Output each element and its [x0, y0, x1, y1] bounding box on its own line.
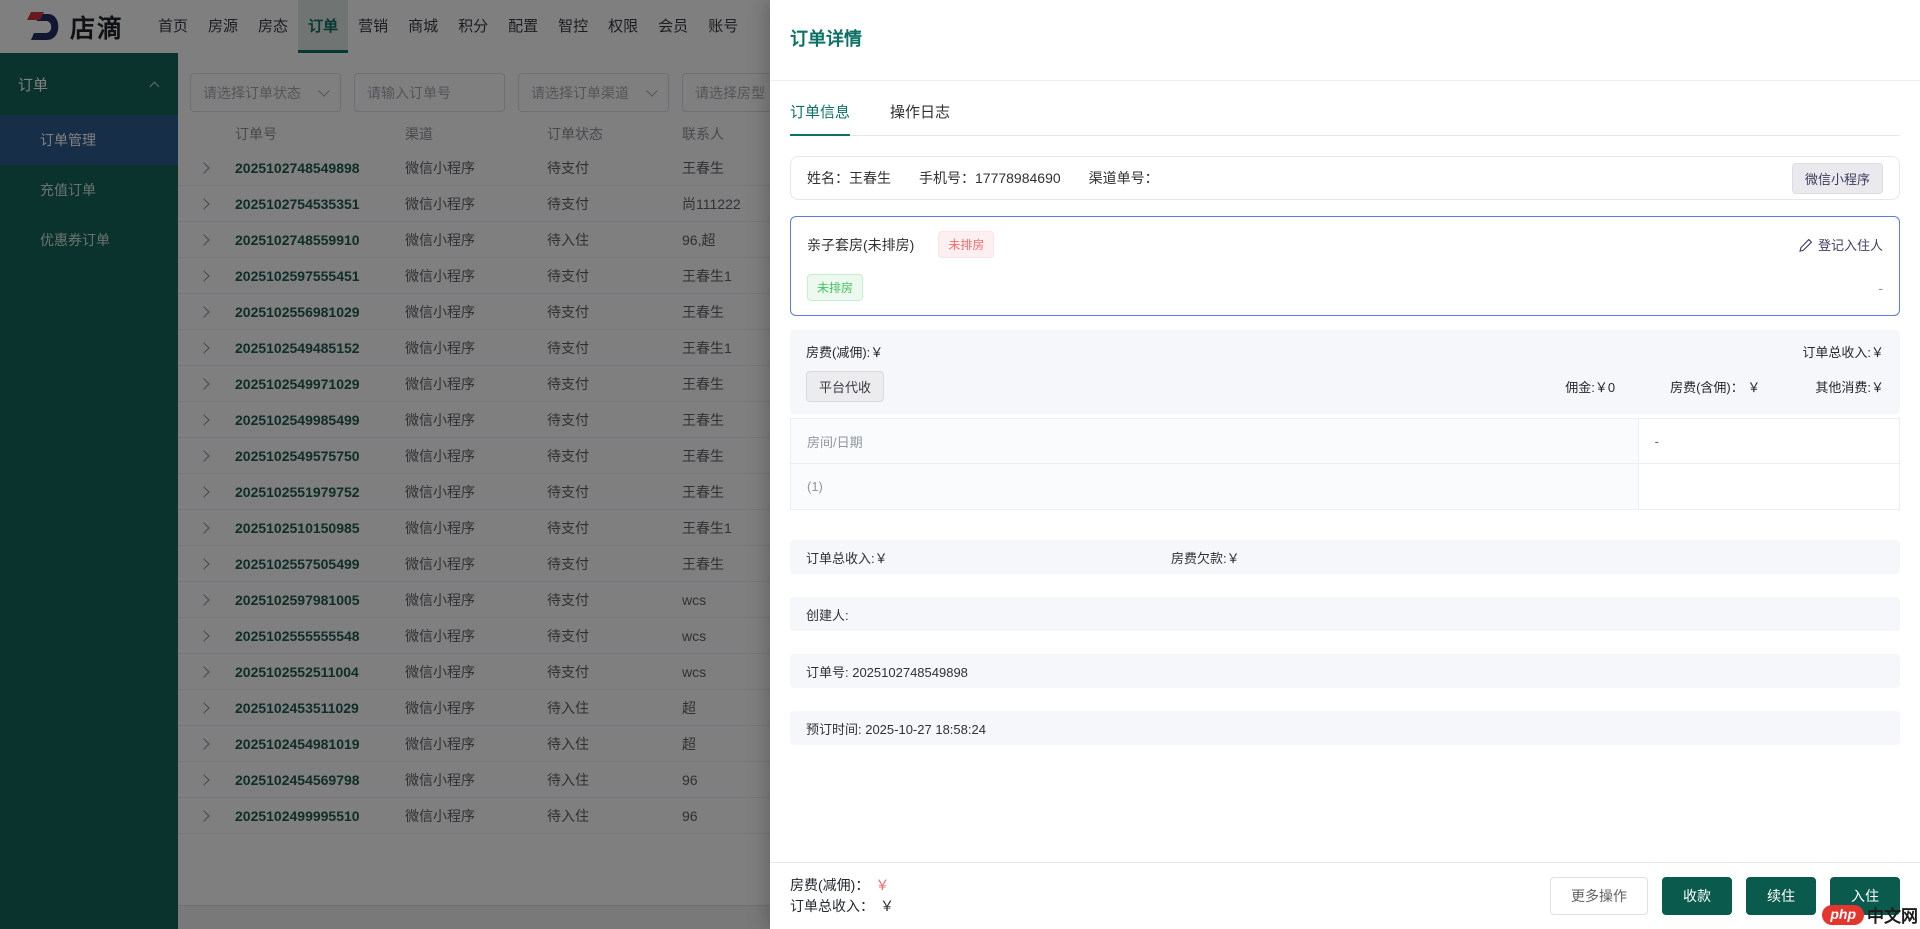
footer-button-label: 收款: [1683, 886, 1711, 906]
other-consume-label: 其他消费:￥: [1815, 377, 1884, 396]
room-name: 亲子套房(未排房): [807, 235, 914, 255]
register-guest-link[interactable]: 登记入住人: [1799, 235, 1883, 254]
order-detail-drawer: 订单详情 订单信息 操作日志 姓名：王春生 手机号：17778984690 渠道…: [770, 0, 1920, 929]
order-no-value: 订单号: 2025102748549898: [806, 662, 968, 681]
guest-name-label: 姓名：: [807, 170, 849, 186]
drawer-tab-label: 操作日志: [890, 104, 950, 121]
room-date-row-value: [1639, 464, 1899, 509]
more-actions-button[interactable]: 更多操作: [1550, 877, 1648, 915]
drawer-footer: 房费(减佣)：￥ 订单总收入：￥ 更多操作 收款 续住 入住: [770, 862, 1920, 929]
income-arrears-row: 订单总收入:￥ 房费欠款:￥: [790, 540, 1900, 574]
drawer-title: 订单详情: [790, 25, 1900, 51]
footer-button-label: 续住: [1767, 886, 1795, 906]
book-time-value: 预订时间: 2025-10-27 18:58:24: [806, 719, 986, 738]
footer-fee-currency: ￥: [875, 877, 889, 893]
room-fee-incl-label: 房费(含佣)： ￥: [1670, 377, 1760, 396]
room-date-table: 房间/日期 - (1): [790, 418, 1900, 510]
pencil-icon: [1799, 238, 1813, 252]
room-card[interactable]: 亲子套房(未排房) 未排房 登记入住人 未排房 -: [790, 216, 1900, 316]
guest-phone: 17778984690: [975, 170, 1061, 186]
book-time-row: 预订时间: 2025-10-27 18:58:24: [790, 711, 1900, 745]
guest-info-card: 姓名：王春生 手机号：17778984690 渠道单号： 微信小程序: [790, 156, 1900, 200]
collect-payment-button[interactable]: 收款: [1662, 877, 1732, 915]
channel-badge: 微信小程序: [1792, 163, 1883, 194]
room-status-badge: 未排房: [938, 231, 994, 258]
watermark-site-text: 中文网: [1867, 902, 1918, 927]
order-income-label: 订单总收入:￥: [1802, 342, 1884, 361]
order-income-total: 订单总收入:￥: [806, 548, 1171, 567]
creator-row: 创建人:: [790, 597, 1900, 631]
commission-value: 佣金:￥0: [1565, 377, 1615, 396]
room-date-row-label: (1): [791, 464, 1639, 509]
drawer-tab-label: 订单信息: [790, 104, 850, 121]
room-assign-badge: 未排房: [807, 274, 863, 301]
tab-operation-log[interactable]: 操作日志: [890, 101, 950, 136]
drawer-header: 订单详情: [770, 0, 1920, 81]
channel-order-no-label: 渠道单号：: [1089, 168, 1159, 188]
drawer-tabs: 订单信息 操作日志: [790, 81, 1900, 136]
creator-label: 创建人:: [806, 605, 849, 624]
extend-stay-button[interactable]: 续住: [1746, 877, 1816, 915]
tab-order-info[interactable]: 订单信息: [790, 101, 850, 136]
php-logo: php: [1822, 905, 1864, 925]
order-no-row: 订单号: 2025102748549898: [790, 654, 1900, 688]
register-guest-label: 登记入住人: [1818, 235, 1883, 254]
footer-fee-label: 房费(减佣)：: [790, 877, 869, 893]
room-value-dash: -: [1878, 280, 1883, 296]
guest-phone-label: 手机号：: [919, 170, 975, 186]
footer-income-currency: ￥: [880, 898, 894, 914]
room-fee-label: 房费(减佣):￥: [806, 342, 883, 361]
footer-income-label: 订单总收入：: [790, 898, 874, 914]
platform-collect-badge[interactable]: 平台代收: [806, 371, 884, 402]
php-cn-watermark: php 中文网: [1822, 902, 1918, 927]
room-arrears: 房费欠款:￥: [1171, 548, 1240, 567]
footer-button-label: 更多操作: [1571, 886, 1627, 906]
room-date-header-value: -: [1639, 419, 1899, 464]
room-date-header: 房间/日期: [791, 419, 1639, 464]
fees-summary: 房费(减佣):￥ 订单总收入:￥ 平台代收 佣金:￥0 房费(含佣)： ￥ 其他…: [790, 330, 1900, 414]
guest-name: 王春生: [849, 170, 891, 186]
drawer-body: 姓名：王春生 手机号：17778984690 渠道单号： 微信小程序 亲子套房(…: [770, 136, 1920, 862]
